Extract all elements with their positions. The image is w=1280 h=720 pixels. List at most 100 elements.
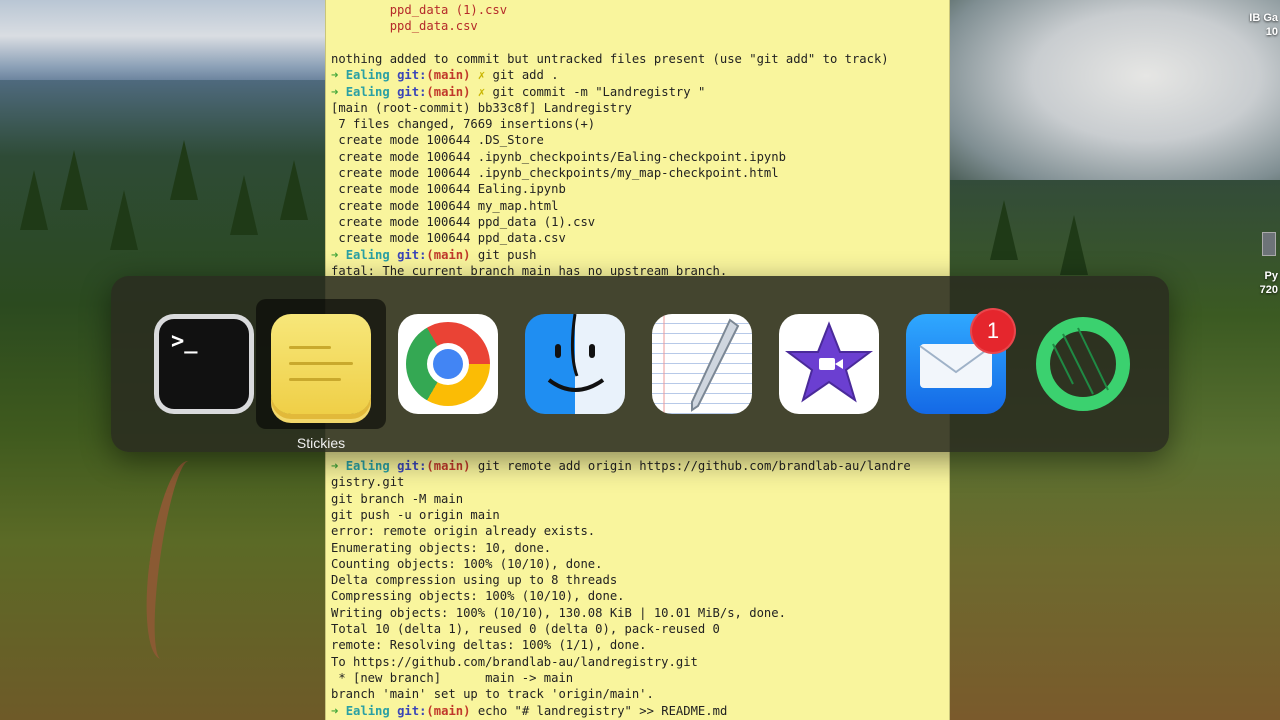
terminal-text: git push -u origin main: [331, 507, 500, 522]
terminal-output-line: Writing objects: 100% (10/10), 130.08 Ki…: [331, 605, 786, 621]
desktop-item-label[interactable]: 10: [1266, 26, 1278, 38]
app-switcher-item-imovie[interactable]: [764, 299, 894, 429]
terminal-text: To https://github.com/brandlab-au/landre…: [331, 654, 698, 669]
wallpaper-sky-right: [945, 0, 1280, 190]
app-switcher-item-textedit[interactable]: [637, 299, 767, 429]
prompt-git-label: git:: [397, 703, 427, 718]
terminal-text: Compressing objects: 100% (10/10), done.: [331, 589, 625, 604]
app-switcher-item-terminal[interactable]: >_: [139, 299, 269, 429]
terminal-text: git branch -M main: [331, 491, 464, 506]
prompt-branch: main: [433, 84, 464, 99]
prompt-command: git remote add origin https://github.com…: [477, 459, 911, 473]
app-switcher-item-mail[interactable]: 1: [891, 299, 1021, 429]
terminal-text: create mode 100644 .DS_Store: [331, 133, 544, 148]
terminal-output-line: remote: Resolving deltas: 100% (1/1), do…: [331, 637, 647, 653]
terminal-text: ppd_data.csv: [331, 19, 478, 34]
terminal-output-line: Total 10 (delta 1), reused 0 (delta 0), …: [331, 621, 720, 637]
terminal-text: remote: Resolving deltas: 100% (1/1), do…: [331, 638, 647, 653]
wallpaper-sky-left: [0, 0, 330, 90]
app-switcher-item-anaconda[interactable]: [1018, 299, 1148, 429]
terminal-text: create mode 100644 my_map.html: [331, 198, 559, 213]
terminal-output-line: nothing added to commit but untracked fi…: [331, 51, 889, 67]
terminal-output-line: create mode 100644 my_map.html: [331, 198, 558, 214]
terminal-text: create mode 100644 .ipynb_checkpoints/Ea…: [331, 149, 786, 164]
prompt-command: echo "# landregistry" >> README.md: [477, 703, 728, 718]
prompt-command: git add .: [492, 68, 559, 83]
terminal-text: Enumerating objects: 10, done.: [331, 540, 552, 555]
prompt-branch: main: [433, 68, 464, 83]
terminal-icon: >_: [154, 314, 254, 414]
tree-shape: [990, 200, 1018, 260]
terminal-output-line: branch 'main' set up to track 'origin/ma…: [331, 686, 654, 702]
terminal-text: Counting objects: 100% (10/10), done.: [331, 556, 603, 571]
terminal-output-line: * [new branch] main -> main: [331, 670, 573, 686]
terminal-output-line: create mode 100644 .ipynb_checkpoints/my…: [331, 165, 779, 181]
terminal-text: create mode 100644 ppd_data (1).csv: [331, 214, 596, 229]
terminal-text: create mode 100644 .ipynb_checkpoints/my…: [331, 166, 779, 180]
prompt-git-label: git:: [397, 84, 427, 99]
prompt-branch: main: [433, 247, 464, 262]
terminal-text: create mode 100644 Ealing.ipynb: [331, 182, 566, 197]
terminal-text: ppd_data (1).csv: [331, 3, 508, 17]
terminal-text: [main (root-commit) bb33c8f] Landregistr…: [331, 100, 632, 115]
terminal-prompt-line: ➜ Ealing git:(main) git push: [331, 247, 537, 262]
terminal-output-line: gistry.git: [331, 474, 404, 490]
mail-icon: 1: [906, 308, 1016, 414]
terminal-prompt-line: ➜ Ealing git:(main) ✗ git commit -m "Lan…: [331, 84, 706, 99]
terminal-text: 7 files changed, 7669 insertions(+): [331, 117, 596, 132]
terminal-text: Total 10 (delta 1), reused 0 (delta 0), …: [331, 622, 720, 636]
app-switcher-item-finder[interactable]: [510, 299, 640, 429]
terminal-output-line: create mode 100644 .DS_Store: [331, 132, 544, 148]
terminal-output-line: 7 files changed, 7669 insertions(+): [331, 116, 595, 132]
terminal-prompt-line: ➜ Ealing git:(main) git remote add origi…: [331, 459, 911, 473]
desktop-item-label[interactable]: Py: [1265, 270, 1278, 282]
terminal-output-line: Compressing objects: 100% (10/10), done.: [331, 588, 625, 604]
prompt-git-label: git:: [397, 459, 427, 473]
prompt-directory: Ealing: [345, 84, 390, 99]
prompt-branch: main: [433, 703, 464, 718]
terminal-output-line: [main (root-commit) bb33c8f] Landregistr…: [331, 100, 632, 116]
terminal-text: Writing objects: 100% (10/10), 130.08 Ki…: [331, 605, 786, 620]
desktop-item-label[interactable]: IB Ga: [1249, 12, 1278, 24]
terminal-text: Delta compression using up to 8 threads: [331, 573, 618, 588]
tree-shape: [60, 150, 88, 210]
app-switcher: >_ 1 Stickies: [111, 276, 1169, 452]
prompt-branch: main: [433, 459, 464, 473]
app-switcher-item-chrome[interactable]: [383, 299, 513, 429]
prompt-directory: Ealing: [345, 247, 390, 262]
terminal-output-line: create mode 100644 ppd_data (1).csv: [331, 214, 595, 230]
textedit-icon: [652, 314, 752, 414]
notification-badge: 1: [970, 308, 1016, 354]
terminal-output-line: To https://github.com/brandlab-au/landre…: [331, 654, 698, 670]
terminal-text: nothing added to commit but untracked fi…: [331, 51, 889, 66]
terminal-output-line: ppd_data (1).csv: [331, 2, 507, 18]
tree-shape: [230, 175, 258, 235]
app-switcher-item-stickies[interactable]: [256, 299, 386, 429]
desktop-file-icon[interactable]: [1262, 232, 1276, 256]
terminal-output-line: create mode 100644 Ealing.ipynb: [331, 181, 566, 197]
prompt-directory: Ealing: [345, 703, 390, 718]
prompt-git-label: git:: [397, 68, 427, 83]
terminal-output-line: error: remote origin already exists.: [331, 523, 595, 539]
terminal-text: * [new branch] main -> main: [331, 670, 574, 685]
terminal-prompt-line: ➜ Ealing git:(main) ✗ git add .: [331, 68, 559, 83]
desktop-item-label[interactable]: 720: [1260, 284, 1278, 296]
terminal-output-line: Enumerating objects: 10, done.: [331, 540, 551, 556]
terminal-text: error: remote origin already exists.: [331, 524, 596, 539]
prompt-git-label: git:: [397, 247, 427, 262]
imovie-icon: [779, 314, 879, 414]
terminal-text: create mode 100644 ppd_data.csv: [331, 231, 566, 246]
tree-shape: [20, 170, 48, 230]
finder-icon: [525, 314, 625, 414]
terminal-output-line: create mode 100644 ppd_data.csv: [331, 230, 566, 246]
chrome-icon: [398, 314, 498, 414]
prompt-command: git push: [477, 247, 537, 262]
terminal-output-line: create mode 100644 .ipynb_checkpoints/Ea…: [331, 149, 786, 165]
tree-shape: [1060, 215, 1088, 275]
prompt-command: git commit -m "Landregistry ": [492, 84, 706, 99]
tree-shape: [170, 140, 198, 200]
prompt-directory: Ealing: [345, 459, 390, 473]
tree-shape: [280, 160, 308, 220]
terminal-output-line: Delta compression using up to 8 threads: [331, 572, 617, 588]
terminal-output-line: git push -u origin main: [331, 507, 500, 523]
